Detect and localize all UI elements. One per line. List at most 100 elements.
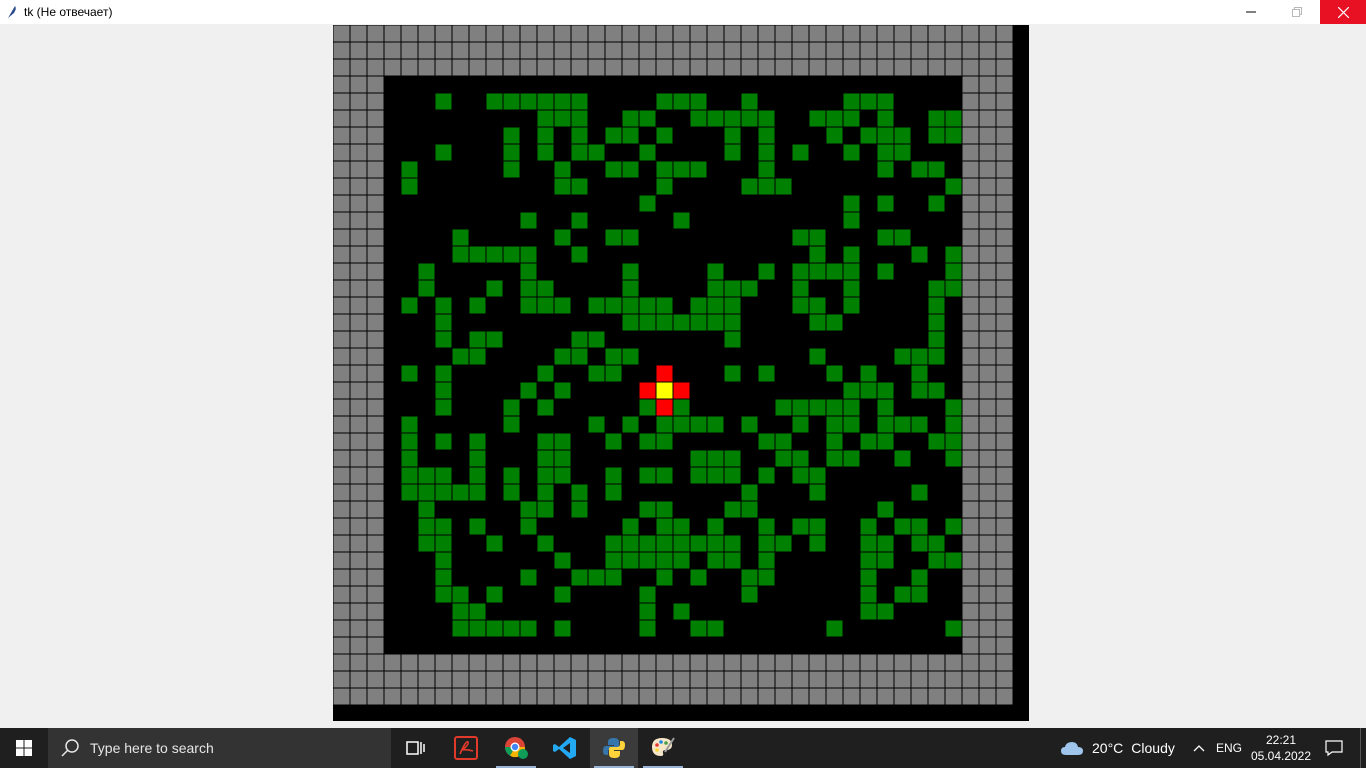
wall-cell	[349, 551, 368, 570]
plant-cell	[468, 602, 487, 621]
wall-cell	[366, 75, 385, 94]
plant-cell	[876, 126, 895, 145]
clock-date: 05.04.2022	[1250, 749, 1312, 763]
wall-cell	[621, 41, 640, 60]
wall-cell	[417, 41, 436, 60]
plant-cell	[570, 330, 589, 349]
plant-cell	[621, 313, 640, 332]
wall-cell	[808, 687, 827, 705]
wall-cell	[655, 670, 674, 689]
wall-cell	[927, 25, 946, 43]
plant-cell	[808, 466, 827, 485]
plant-cell	[485, 585, 504, 604]
show-hidden-icons-button[interactable]	[1188, 728, 1210, 768]
start-button[interactable]	[0, 728, 48, 768]
restore-button[interactable]	[1274, 0, 1320, 24]
plant-cell	[468, 619, 487, 638]
wall-cell	[774, 670, 793, 689]
wall-cell	[978, 534, 997, 553]
wall-cell	[995, 585, 1013, 604]
plant-cell	[519, 296, 538, 315]
plant-cell	[536, 500, 555, 519]
vscode-button[interactable]	[541, 728, 589, 768]
wall-cell	[995, 670, 1013, 689]
wall-cell	[859, 687, 878, 705]
wall-cell	[604, 670, 623, 689]
wall-cell	[723, 41, 742, 60]
acrobat-button[interactable]	[442, 728, 490, 768]
plant-cell	[536, 92, 555, 111]
plant-cell	[842, 194, 861, 213]
plant-cell	[876, 551, 895, 570]
wall-cell	[366, 194, 385, 213]
plant-cell	[621, 160, 640, 179]
plant-cell	[570, 211, 589, 230]
plant-cell	[468, 483, 487, 502]
weather-widget[interactable]: 20°C Cloudy	[1060, 728, 1175, 768]
plant-cell	[944, 126, 963, 145]
wall-cell	[417, 687, 436, 705]
wall-cell	[366, 228, 385, 247]
wall-cell	[621, 687, 640, 705]
plant-cell	[417, 534, 436, 553]
cloud-icon	[1061, 742, 1083, 755]
plant-cell	[893, 143, 912, 162]
plant-cell	[876, 194, 895, 213]
clock[interactable]: 22:21 05.04.2022	[1246, 728, 1316, 768]
paint-button[interactable]	[639, 728, 687, 768]
plant-cell	[638, 534, 657, 553]
plant-cell	[553, 296, 572, 315]
wall-cell	[723, 670, 742, 689]
wall-cell	[723, 653, 742, 672]
plant-cell	[400, 415, 419, 434]
wall-cell	[349, 585, 368, 604]
plant-cell	[417, 279, 436, 298]
wall-cell	[672, 687, 691, 705]
wall-cell	[791, 25, 810, 43]
python-button[interactable]	[590, 728, 638, 768]
wall-cell	[995, 619, 1013, 638]
plant-cell	[604, 347, 623, 366]
wall-cell	[349, 449, 368, 468]
wall-cell	[333, 109, 351, 128]
wall-cell	[349, 687, 368, 705]
plant-cell	[434, 483, 453, 502]
plant-cell	[485, 619, 504, 638]
wall-cell	[995, 296, 1013, 315]
minimize-button[interactable]	[1228, 0, 1274, 24]
game-canvas[interactable]	[333, 25, 1029, 721]
wall-cell	[791, 58, 810, 77]
wall-cell	[621, 25, 640, 43]
plant-cell	[468, 449, 487, 468]
plant-cell	[434, 143, 453, 162]
language-indicator[interactable]: ENG	[1212, 728, 1246, 768]
plant-cell	[706, 262, 725, 281]
plant-cell	[723, 330, 742, 349]
wall-cell	[349, 500, 368, 519]
plant-cell	[519, 500, 538, 519]
plant-cell	[485, 245, 504, 264]
plant-cell	[842, 109, 861, 128]
plant-cell	[485, 534, 504, 553]
chrome-button[interactable]	[492, 728, 540, 768]
wall-cell	[638, 687, 657, 705]
show-desktop-button[interactable]	[1360, 728, 1366, 768]
search-box[interactable]: Type here to search	[48, 728, 391, 768]
player-cell	[655, 381, 674, 400]
wall-cell	[366, 109, 385, 128]
plant-cell	[553, 551, 572, 570]
plant-cell	[859, 92, 878, 111]
close-button[interactable]	[1320, 0, 1366, 24]
task-view-button[interactable]	[392, 728, 440, 768]
plant-cell	[723, 313, 742, 332]
taskbar: Type here to search 20°C Cloudy ENG 22:2…	[0, 728, 1366, 768]
wall-cell	[944, 687, 963, 705]
plant-cell	[757, 551, 776, 570]
plant-cell	[927, 330, 946, 349]
wall-cell	[961, 279, 980, 298]
plant-cell	[638, 109, 657, 128]
wall-cell	[451, 41, 470, 60]
plant-cell	[859, 568, 878, 587]
wall-cell	[808, 25, 827, 43]
notification-button[interactable]	[1318, 728, 1350, 768]
